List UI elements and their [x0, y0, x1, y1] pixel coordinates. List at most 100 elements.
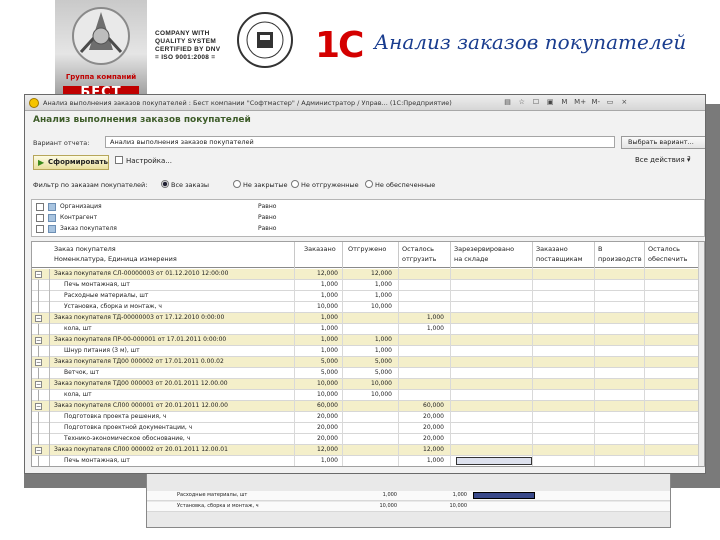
- collapse-icon[interactable]: −: [35, 447, 42, 454]
- parameter-row[interactable]: Организация Равно: [32, 202, 705, 213]
- table-row[interactable]: Установка, сборка и монтаж, ч 10,000 10,00…: [32, 302, 704, 313]
- star-icon[interactable]: ☆: [517, 98, 526, 106]
- collapse-icon[interactable]: −: [35, 271, 42, 278]
- parameter-condition[interactable]: Равно: [258, 225, 276, 232]
- vertical-scrollbar[interactable]: [698, 242, 704, 466]
- list-item: Расходные материалы, шт 1,000 1,000: [147, 491, 670, 501]
- row-name: Расходные материалы, шт: [177, 492, 248, 498]
- cell-shipped: 1,000: [374, 347, 392, 354]
- report-parameters: Организация Равно Контрагент Равно Заказ…: [31, 199, 705, 237]
- filter-option-not-closed[interactable]: Не закрытые: [233, 180, 288, 189]
- window-titlebar[interactable]: Анализ выполнения заказов покупателей : …: [25, 95, 705, 111]
- close-icon[interactable]: ×: [620, 98, 629, 106]
- table-row[interactable]: Ветчок, шт 5,000 5,000: [32, 368, 704, 379]
- generate-button[interactable]: ▶ Сформировать: [33, 155, 109, 170]
- table-row[interactable]: Печь монтажная, шт 1,000 1,000: [32, 456, 704, 466]
- list-icon[interactable]: ▤: [503, 98, 512, 106]
- table-row[interactable]: Технико-экономическое обоснование, ч 20,0…: [32, 434, 704, 445]
- column-header: отгрузить: [402, 255, 437, 263]
- cell-ordered: 10,000: [317, 391, 338, 398]
- tree-line: [38, 412, 39, 423]
- parameter-condition[interactable]: Равно: [258, 214, 276, 221]
- table-row-order[interactable]: − Заказ покупателя СЛ-00000003 от 01.12.2…: [32, 269, 704, 280]
- cell-ordered: 5,000: [320, 369, 338, 376]
- table-row[interactable]: Расходные материалы, шт 1,000 1,000: [32, 291, 704, 302]
- window-icon[interactable]: ☐: [531, 98, 540, 106]
- parameter-row[interactable]: Заказ покупателя Равно: [32, 224, 705, 235]
- table-row-order[interactable]: − Заказ покупателя СЛ00 000002 от 20.01.2…: [32, 445, 704, 456]
- group-logo: Группа компаний БЕСТ: [55, 0, 147, 100]
- table-row-order[interactable]: − Заказ покупателя ПР-00-000001 от 17.01.…: [32, 335, 704, 346]
- filter-option-all[interactable]: Все заказы: [161, 180, 209, 189]
- collapse-icon[interactable]: −: [35, 381, 42, 388]
- table-row[interactable]: Печь монтажная, шт 1,000 1,000: [32, 280, 704, 291]
- checkbox[interactable]: [36, 203, 44, 211]
- parameter-condition[interactable]: Равно: [258, 203, 276, 210]
- checkbox[interactable]: [36, 214, 44, 222]
- memory-minus-button[interactable]: M-: [591, 98, 601, 106]
- select-variant-button[interactable]: Выбрать вариант...: [621, 136, 705, 149]
- table-row-order[interactable]: − Заказ покупателя ТД-00000003 от 17.12.2…: [32, 313, 704, 324]
- collapse-icon[interactable]: −: [35, 403, 42, 410]
- parameter-name: Контрагент: [60, 214, 98, 221]
- parameter-row[interactable]: Контрагент Равно: [32, 213, 705, 224]
- column-header: Номенклатура, Единица измерения: [54, 255, 177, 263]
- cell-ordered: 60,000: [317, 402, 338, 409]
- filter-label: Фильтр по заказам покупателей:: [33, 181, 148, 189]
- cell-shipped: 10,000: [371, 391, 392, 398]
- checkbox[interactable]: [36, 225, 44, 233]
- variant-field[interactable]: Анализ выполнения заказов покупателей: [105, 136, 615, 148]
- table-row[interactable]: Подготовка проекта решения, ч 20,000 20,00…: [32, 412, 704, 423]
- memory-plus-button[interactable]: M+: [574, 98, 586, 106]
- all-actions-button[interactable]: Все действия ▾: [635, 156, 690, 164]
- group-caption: Группа компаний: [65, 73, 137, 81]
- memory-button[interactable]: M: [560, 98, 569, 106]
- filter-option-label: Не отгруженные: [301, 181, 359, 189]
- table-row[interactable]: Подготовка проектной документации, ч 20,0…: [32, 423, 704, 434]
- column-header: Осталось: [648, 245, 680, 253]
- help-button[interactable]: ?: [687, 155, 691, 163]
- row-name: Заказ покупателя СЛ00 000002 от 20.01.20…: [54, 446, 228, 453]
- table-row-order[interactable]: − Заказ покупателя ТД00 000002 от 17.01.2…: [32, 357, 704, 368]
- table-row[interactable]: кола, шт 10,000 10,000: [32, 390, 704, 401]
- row-name: Заказ покупателя ТД00 000002 от 17.01.20…: [54, 358, 224, 365]
- table-header: Заказ покупателя Номенклатура, Единица и…: [32, 242, 704, 268]
- collapse-icon[interactable]: −: [35, 337, 42, 344]
- report-window: Анализ выполнения заказов покупателей : …: [24, 94, 706, 474]
- minimize-icon[interactable]: ▭: [606, 98, 615, 106]
- row-name: Заказ покупателя СЛ00 000001 от 20.01.20…: [54, 402, 228, 409]
- tree-node: [32, 412, 50, 423]
- radio-icon: [365, 180, 373, 188]
- cell-shipped: 10,000: [371, 380, 392, 387]
- cell-left: 1,000: [426, 457, 444, 464]
- column-header: Заказ покупателя: [54, 245, 116, 253]
- table-row-order[interactable]: − Заказ покупателя ТД00 000003 от 20.01.2…: [32, 379, 704, 390]
- calculator-icon[interactable]: ▣: [546, 98, 555, 106]
- collapse-icon[interactable]: −: [35, 315, 42, 322]
- tree-node: [32, 390, 50, 401]
- cell-shipped: 1,000: [374, 292, 392, 299]
- table-row[interactable]: кола, шт 1,000 1,000: [32, 324, 704, 335]
- cell-ordered: 1,000: [320, 347, 338, 354]
- table-row[interactable]: Шнур питания (3 м), шт 1,000 1,000: [32, 346, 704, 357]
- cell-ordered: 20,000: [317, 413, 338, 420]
- collapse-icon[interactable]: −: [35, 359, 42, 366]
- cell-left: 20,000: [423, 413, 444, 420]
- filter-option-not-shipped[interactable]: Не отгруженные: [291, 180, 359, 189]
- radio-icon: [233, 180, 241, 188]
- cell-shipped: 5,000: [374, 369, 392, 376]
- selected-cell[interactable]: [456, 457, 532, 465]
- background-report-panel: Расходные материалы, шт 1,000 1,000 Уста…: [146, 470, 671, 528]
- row-name: Подготовка проекта решения, ч: [64, 413, 167, 420]
- table-row-order[interactable]: − Заказ покупателя СЛ00 000001 от 20.01.2…: [32, 401, 704, 412]
- tree-node: [32, 368, 50, 379]
- column-divider: [532, 242, 533, 268]
- filter-option-not-provided[interactable]: Не обеспеченные: [365, 180, 435, 189]
- tree-node: [32, 434, 50, 445]
- cell-shipped: 10,000: [371, 303, 392, 310]
- cell-shipped: 1,000: [374, 336, 392, 343]
- settings-button[interactable]: Настройка...: [115, 156, 172, 165]
- cell-ordered: 10,000: [317, 303, 338, 310]
- report-table[interactable]: Заказ покупателя Номенклатура, Единица и…: [31, 241, 705, 467]
- row-name: Ветчок, шт: [64, 369, 99, 376]
